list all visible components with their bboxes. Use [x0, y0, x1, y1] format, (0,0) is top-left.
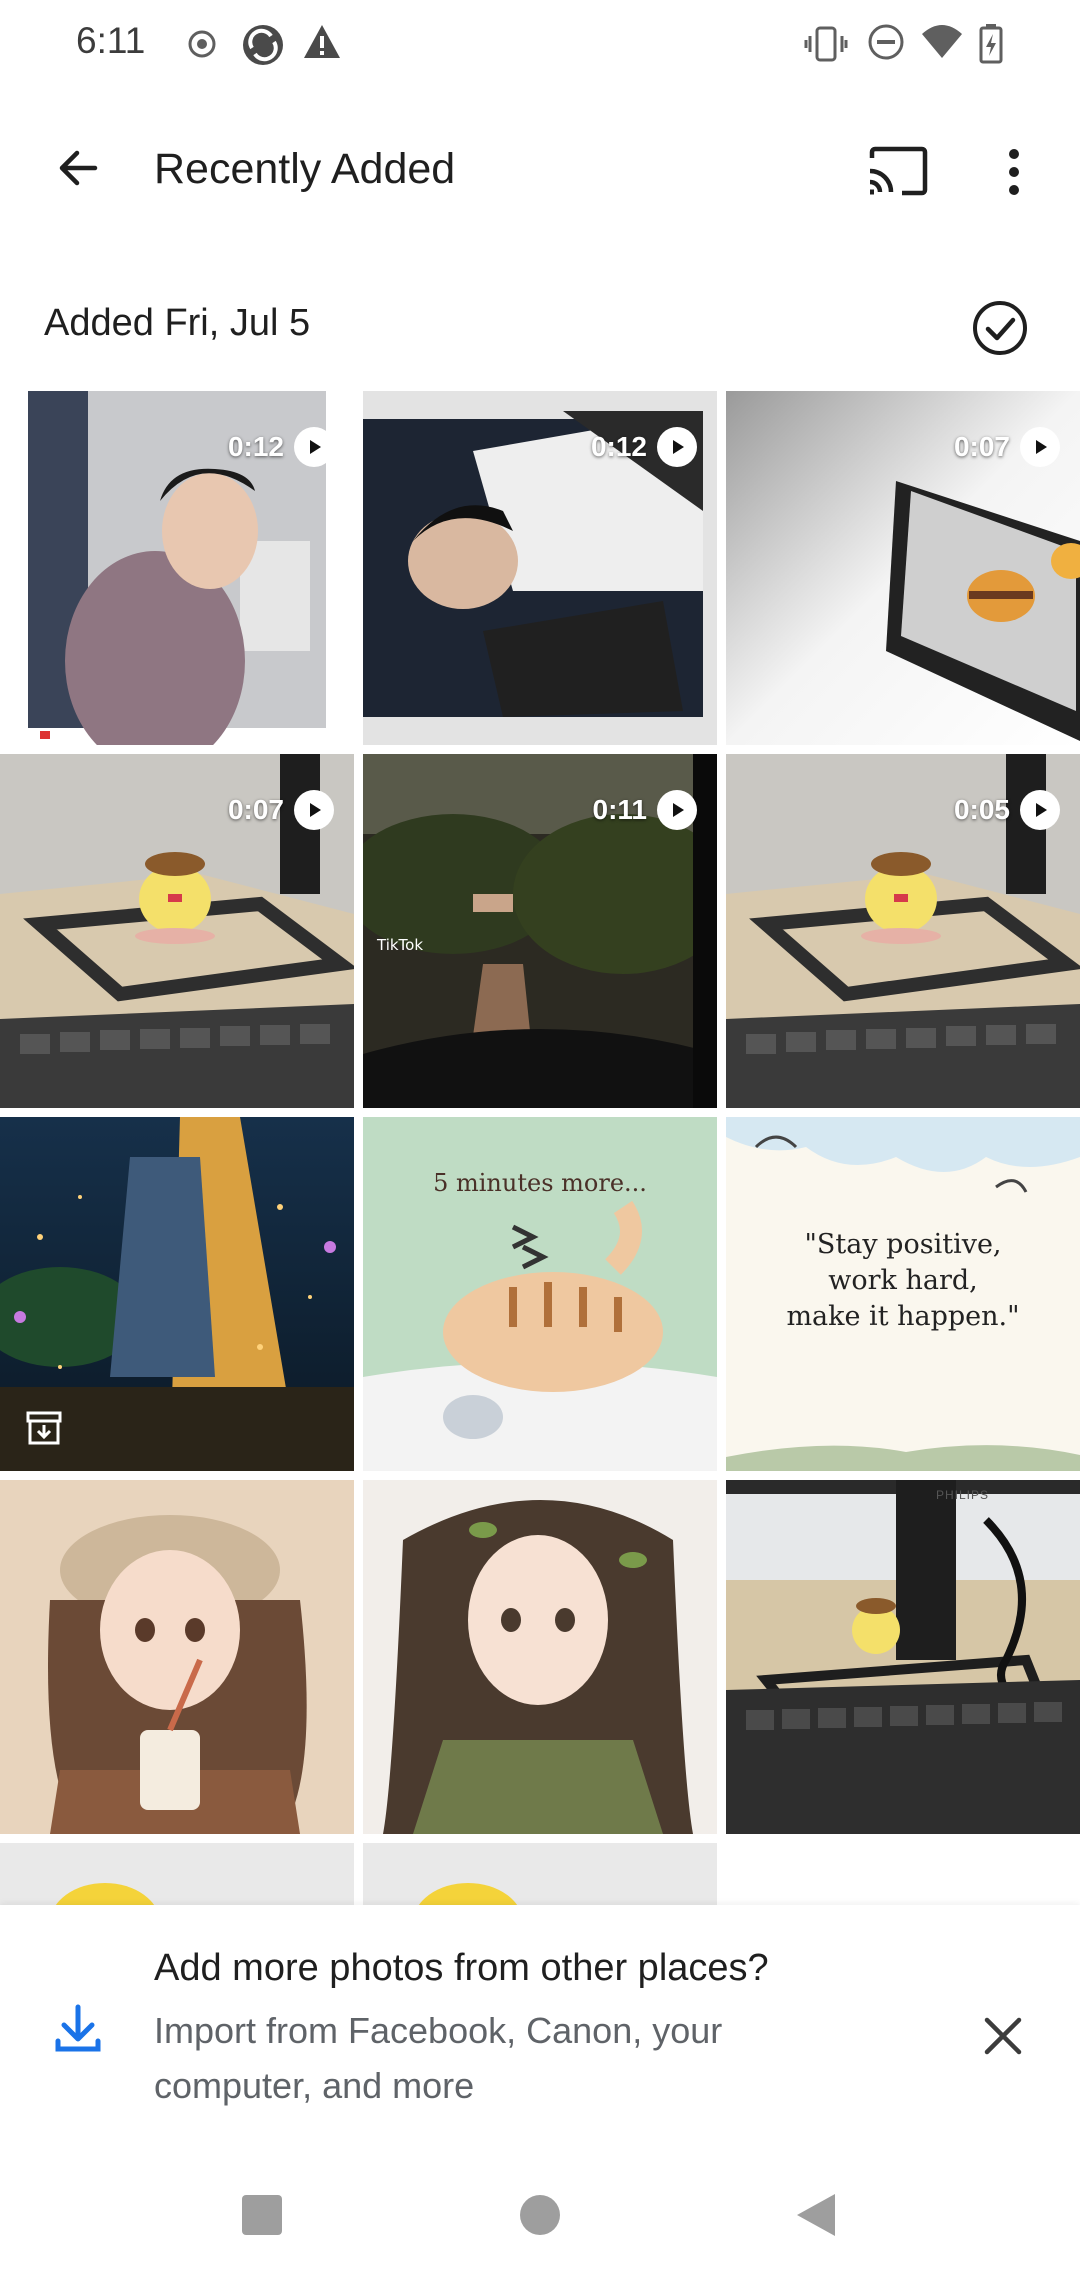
cast-icon: [869, 146, 928, 196]
video-badge: 0:07: [228, 790, 334, 830]
more-options-button[interactable]: [978, 134, 1050, 210]
quote-text: "Stay positive, work hard, make it happe…: [786, 1229, 1020, 1332]
recents-button[interactable]: [232, 2185, 292, 2245]
thumbnail-image: [363, 1480, 717, 1834]
video-duration: 0:12: [227, 431, 284, 462]
video-duration: 0:07: [953, 431, 1010, 462]
battery-charging-icon: [979, 24, 1003, 64]
grid-item-photo[interactable]: 5 minutes more...: [363, 1117, 717, 1471]
video-duration: 0:11: [592, 794, 648, 825]
thumbnail-image: [0, 1480, 354, 1834]
app-bar: Recently Added: [0, 110, 1080, 230]
page-title: Recently Added: [154, 145, 456, 193]
grid-item-photo[interactable]: [363, 1480, 717, 1834]
select-all-button[interactable]: [966, 294, 1034, 362]
banner-body: Import from Facebook, Canon, your comput…: [154, 2010, 723, 2106]
play-icon: [657, 427, 697, 467]
banner-title: Add more photos from other places?: [154, 1947, 769, 1989]
play-icon: [1020, 427, 1060, 467]
dismiss-banner-button[interactable]: [968, 2001, 1038, 2071]
date-section-header: Added Fri, Jul 5: [0, 282, 1080, 362]
download-icon: [55, 2004, 101, 2052]
thumbnail-image: [726, 1480, 1080, 1834]
import-suggestion-banner[interactable]: Add more photos from other places? Impor…: [0, 1905, 1080, 2155]
tiktok-watermark: TikTok: [376, 936, 423, 954]
video-badge: 0:11: [592, 790, 697, 830]
sync-icon: [243, 25, 283, 65]
back-button[interactable]: [40, 130, 116, 206]
play-icon: [1020, 790, 1060, 830]
home-button[interactable]: [510, 2185, 570, 2245]
back-triangle-icon: [797, 2194, 835, 2236]
video-duration: 0:07: [227, 794, 284, 825]
do-not-disturb-icon: [868, 24, 904, 60]
status-time: 6:11: [76, 20, 146, 61]
warning-icon: [304, 25, 340, 58]
play-icon: [294, 790, 334, 830]
video-duration: 0:05: [953, 794, 1010, 825]
grid-item-video[interactable]: 0:07: [0, 754, 354, 1108]
play-icon: [657, 790, 697, 830]
archive-icon: [26, 1411, 62, 1445]
video-badge: 0:07: [954, 427, 1060, 467]
status-bar: 6:11: [0, 0, 1080, 88]
grid-item-video[interactable]: 0:12: [363, 391, 717, 745]
section-date-title: Added Fri, Jul 5: [44, 302, 311, 344]
grid-item-photo[interactable]: "Stay positive, work hard, make it happe…: [726, 1117, 1080, 1471]
wifi-icon: [922, 25, 962, 58]
cast-button[interactable]: [860, 134, 936, 210]
video-duration: 0:12: [590, 431, 647, 462]
close-icon: [984, 2017, 1022, 2055]
video-badge: 0:12: [228, 427, 334, 467]
record-icon: [188, 30, 216, 58]
grid-item-video[interactable]: 0:07: [726, 391, 1080, 745]
more-vert-icon: [1009, 149, 1019, 195]
thumbnail-image: [363, 1843, 717, 1905]
play-icon: [294, 427, 334, 467]
grid-item-photo[interactable]: PHILIPS: [726, 1480, 1080, 1834]
grid-item-video[interactable]: 0:05: [726, 754, 1080, 1108]
grid-item-video[interactable]: 0:12: [0, 391, 354, 745]
grid-item-photo[interactable]: [363, 1843, 717, 1905]
system-nav-bar: [0, 2155, 1080, 2280]
grid-item-photo[interactable]: [0, 1843, 354, 1905]
grid-item-photo[interactable]: [0, 1117, 354, 1471]
monitor-label: PHILIPS: [936, 1488, 990, 1502]
video-badge: 0:05: [954, 790, 1060, 830]
grid-item-video[interactable]: TikTok 0:11: [363, 754, 717, 1108]
arrow-back-icon: [59, 150, 98, 186]
nav-back-button[interactable]: [786, 2185, 846, 2245]
video-badge: 0:12: [591, 427, 697, 467]
image-caption: 5 minutes more...: [433, 1169, 647, 1197]
grid-item-photo[interactable]: [0, 1480, 354, 1834]
home-circle-icon: [520, 2195, 560, 2235]
check-circle-icon: [973, 301, 1027, 355]
recents-square-icon: [242, 2195, 282, 2235]
vibrate-icon: [804, 26, 848, 62]
thumbnail-image: [0, 1843, 354, 1905]
